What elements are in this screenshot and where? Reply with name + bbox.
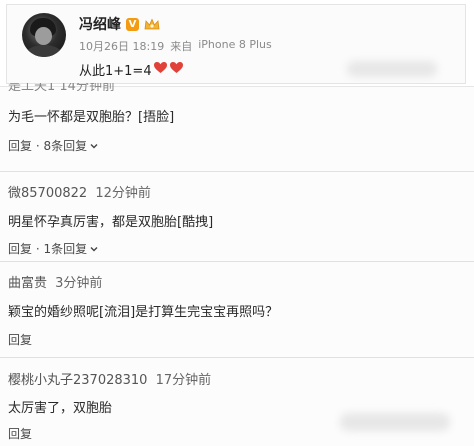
post-content: 从此1+1=4 [79, 60, 184, 79]
comment-item: 微85700822 12分钟前 明星怀孕真厉害，都是双胞胎[酷拽] 回复 · 1… [0, 171, 474, 260]
heart-icon [169, 61, 184, 78]
comment-text: 明星怀孕真厉害，都是双胞胎[酷拽] [8, 215, 214, 230]
reply-button[interactable]: 回复 [8, 425, 32, 442]
blurred-watermark [347, 61, 437, 77]
chevron-down-icon[interactable] [90, 245, 98, 253]
weibo-post: 冯绍峰 V 10月26日 18:19 来自 iPhone 8 Plus 从此1+… [6, 4, 466, 84]
crown-icon [144, 18, 160, 31]
comment-list: 是工夫1 14分钟前 为毛一怀都是双胞胎？[捂脸] 回复 · 8条回复 微857… [0, 83, 474, 446]
blurred-watermark [340, 413, 450, 431]
post-timestamp: 10月26日 18:19 [79, 40, 165, 53]
comment-actions: 回复 [8, 331, 32, 348]
reply-count-link[interactable]: 8条回复 [43, 137, 87, 154]
separator-dot: · [32, 138, 44, 153]
reply-button[interactable]: 回复 [8, 331, 32, 348]
comment-time: 17分钟前 [155, 373, 212, 388]
post-meta: 10月26日 18:19 来自 iPhone 8 Plus [79, 38, 272, 54]
author-name[interactable]: 冯绍峰 [79, 14, 121, 34]
comment-header: 微85700822 12分钟前 [8, 182, 151, 201]
comment-header: 樱桃小丸子237028310 17分钟前 [8, 369, 211, 388]
comment-username[interactable]: 曲富贵 [8, 272, 47, 291]
post-source-prefix: 来自 [170, 40, 193, 53]
comment-text: 为毛一怀都是双胞胎？[捂脸] [8, 110, 175, 125]
comment-text: 太厉害了，双胞胎 [8, 401, 113, 416]
heart-icon [153, 61, 168, 78]
comment-username[interactable]: 微85700822 [8, 182, 87, 201]
comment-header: 曲富贵 3分钟前 [8, 272, 102, 291]
reply-button[interactable]: 回复 [8, 137, 32, 154]
comment-time: 3分钟前 [55, 276, 103, 291]
author-avatar[interactable] [22, 13, 66, 57]
verified-badge-icon: V [126, 17, 139, 31]
comment-text: 颖宝的婚纱照呢[流泪]是打算生完宝宝再照吗？ [8, 305, 279, 320]
post-source[interactable]: iPhone 8 Plus [198, 38, 272, 54]
comment-item: 是工夫1 14分钟前 为毛一怀都是双胞胎？[捂脸] 回复 · 8条回复 [0, 83, 474, 154]
comment-username[interactable]: 樱桃小丸子237028310 [8, 369, 147, 388]
post-text: 从此1+1=4 [79, 64, 152, 79]
comment-item: 樱桃小丸子237028310 17分钟前 太厉害了，双胞胎 回复 [0, 357, 474, 446]
comment-time: 12分钟前 [95, 186, 151, 201]
comment-username-partial: 是工夫1 14分钟前 [8, 83, 115, 91]
separator-dot: · [32, 241, 44, 256]
reply-button[interactable]: 回复 [8, 240, 32, 257]
comment-actions: 回复 · 8条回复 [8, 137, 98, 154]
author-row: 冯绍峰 V [79, 14, 160, 34]
comment-item: 曲富贵 3分钟前 颖宝的婚纱照呢[流泪]是打算生完宝宝再照吗？ 回复 [0, 261, 474, 357]
comment-actions: 回复 · 1条回复 [8, 240, 98, 257]
comment-actions: 回复 [8, 425, 32, 442]
chevron-down-icon[interactable] [90, 142, 98, 150]
reply-count-link[interactable]: 1条回复 [43, 240, 87, 257]
